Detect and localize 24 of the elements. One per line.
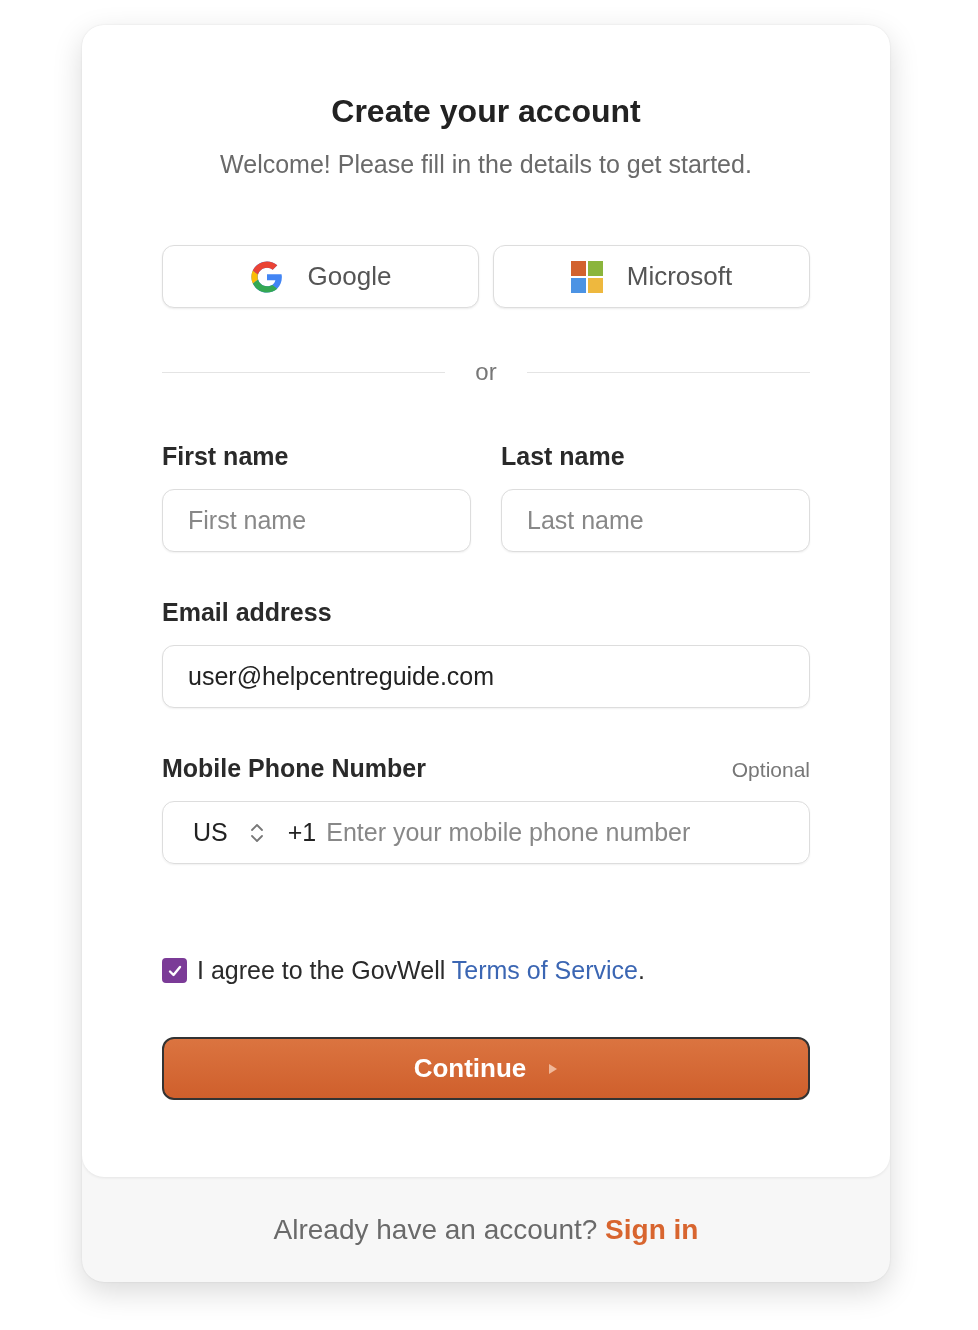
country-code: +1 [287, 818, 317, 847]
field-label: First name [162, 442, 290, 471]
form-title: Create your account [330, 93, 642, 130]
phone-field[interactable]: US +1 Enter your mobile phone number [162, 801, 810, 864]
input-field[interactable]: Last name [501, 489, 810, 552]
footer-text: Already have an account? Sign in [273, 1213, 699, 1246]
optional-label: Optional [731, 758, 810, 782]
google-g-icon [249, 259, 284, 294]
field-label: Email address [162, 598, 333, 627]
country-select[interactable]: US [193, 818, 228, 847]
divider-label: or [475, 358, 497, 386]
field-label: Last name [501, 442, 626, 471]
social-login-button[interactable]: Microsoft [493, 245, 810, 308]
form-subtitle: Welcome! Please fill in the details to get started. [219, 150, 753, 179]
input-field[interactable]: First name [162, 489, 471, 552]
play-triangle-icon [548, 1062, 559, 1075]
field-label: Mobile Phone Number [162, 754, 426, 783]
four-squares-icon [570, 260, 603, 293]
continue-button[interactable]: Continue [162, 1037, 810, 1100]
social-login-button[interactable]: Google [162, 245, 479, 308]
checkbox[interactable] [162, 958, 187, 983]
terms-text: I agree to the GovWell Terms of Service. [197, 956, 645, 985]
terms-link[interactable]: Terms of Service [451, 956, 638, 984]
email-field[interactable]: user@helpcentreguide.com [162, 645, 810, 708]
